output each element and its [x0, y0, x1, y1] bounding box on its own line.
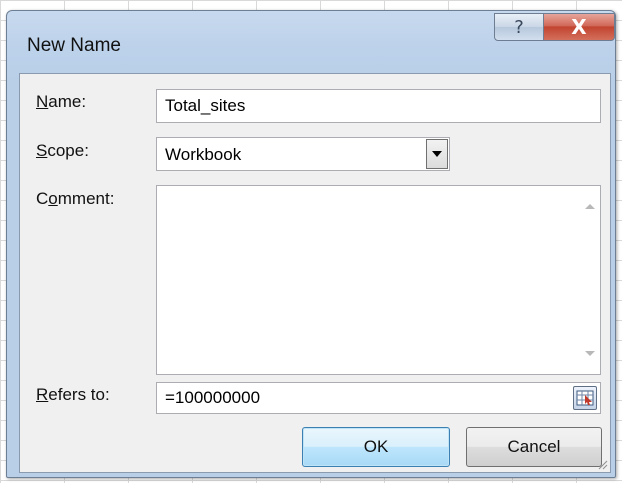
resize-grip-icon[interactable]: [596, 458, 608, 470]
scope-dropdown[interactable]: Workbook: [156, 137, 450, 171]
dialog-title: New Name: [27, 35, 121, 56]
ok-button-label: OK: [363, 437, 389, 456]
close-icon: X: [571, 15, 587, 39]
close-button[interactable]: X: [543, 13, 615, 41]
name-label: Name:: [36, 92, 86, 112]
comment-scrollbar[interactable]: [580, 186, 600, 374]
name-label-accelerator: N: [36, 92, 49, 111]
comment-textarea[interactable]: [156, 185, 601, 375]
comment-label-accelerator: o: [48, 189, 58, 208]
scroll-down-icon[interactable]: [584, 350, 596, 358]
scope-label: Scope:: [36, 141, 89, 161]
scroll-up-icon[interactable]: [584, 202, 596, 210]
collapse-dialog-button[interactable]: [573, 386, 597, 410]
scope-dropdown-value: Workbook: [165, 145, 242, 164]
range-select-icon: [576, 390, 594, 406]
comment-label-prefix: C: [36, 189, 49, 208]
help-icon: ?: [514, 16, 524, 38]
name-input-value: Total_sites: [165, 96, 246, 115]
new-name-dialog: New Name ? X Name: Total_sites Scope: Wo…: [6, 10, 616, 478]
refers-to-input-value: =100000000: [165, 388, 261, 407]
scope-dropdown-button[interactable]: [426, 139, 448, 169]
refers-to-label: Refers to:: [36, 385, 110, 405]
comment-label: Comment:: [36, 189, 114, 209]
cancel-button-label: Cancel: [507, 437, 561, 456]
name-input[interactable]: Total_sites: [156, 89, 601, 123]
refers-to-label-accelerator: R: [36, 385, 49, 404]
scope-label-accelerator: S: [36, 141, 48, 160]
comment-label-text: mment:: [57, 189, 115, 208]
refers-to-input[interactable]: =100000000: [156, 382, 601, 414]
dialog-titlebar[interactable]: New Name ? X: [7, 11, 615, 71]
refers-to-label-text: efers to:: [48, 385, 110, 404]
cancel-button[interactable]: Cancel: [466, 427, 602, 467]
dialog-client-area: Name: Total_sites Scope: Workbook Commen…: [19, 73, 611, 473]
name-label-text: ame:: [48, 92, 87, 111]
chevron-down-icon: [432, 151, 442, 157]
scope-label-text: cope:: [47, 141, 89, 160]
ok-button[interactable]: OK: [302, 427, 450, 467]
help-button[interactable]: ?: [494, 13, 544, 41]
